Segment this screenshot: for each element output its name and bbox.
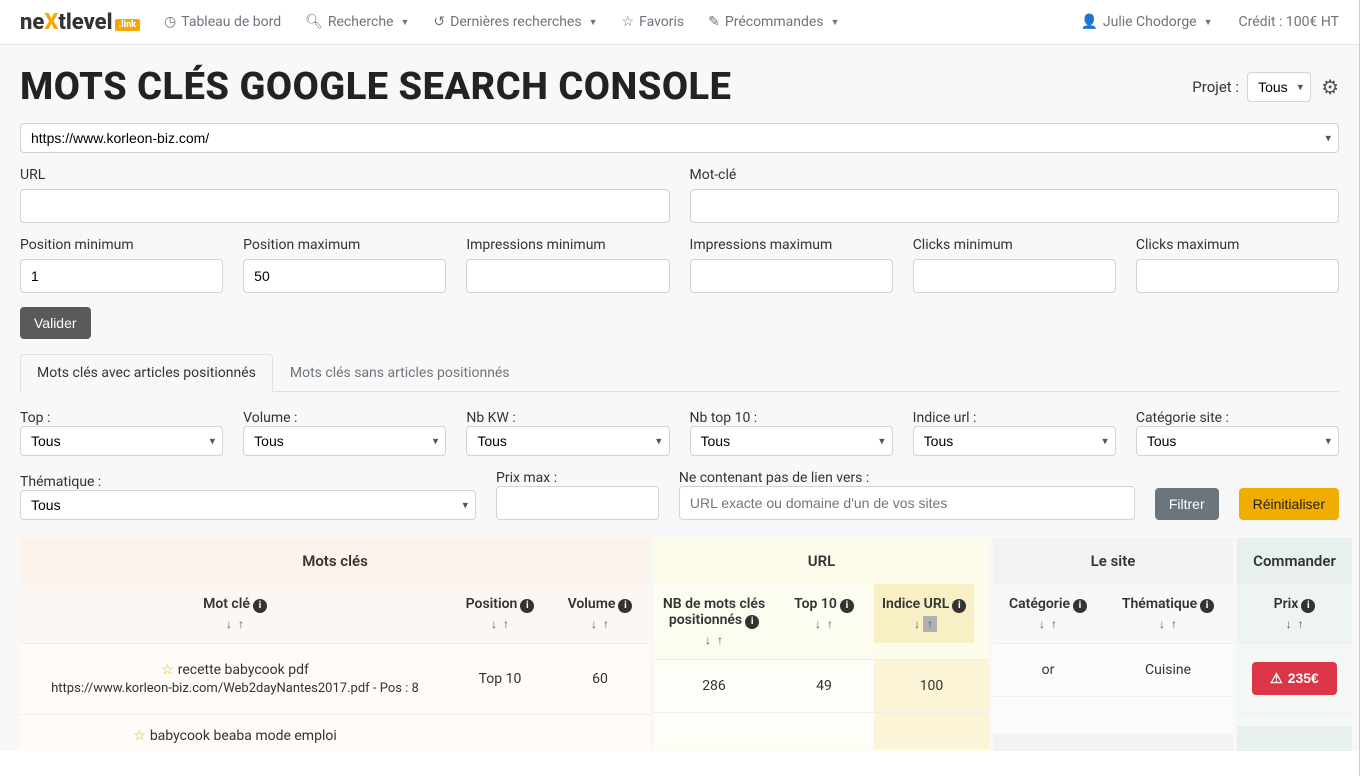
table-row: ☆babycook beaba mode emploi: [20, 714, 650, 751]
group-site: Le site: [993, 538, 1233, 584]
posmax-input[interactable]: [243, 259, 446, 293]
volume-select[interactable]: Tous: [243, 426, 446, 456]
prixmax-input[interactable]: [496, 486, 659, 520]
group-motcles: Mots clés: [20, 538, 650, 584]
star-icon[interactable]: ☆: [161, 662, 174, 678]
tab-with-articles[interactable]: Mots clés avec articles positionnés: [20, 354, 273, 392]
user-icon: 👤: [1080, 14, 1097, 30]
nbtop10-select[interactable]: Tous: [690, 426, 893, 456]
nav-user[interactable]: 👤Julie Chodorge▼: [1070, 8, 1222, 36]
dashboard-icon: ◷: [164, 14, 176, 30]
thematique-select[interactable]: Tous: [20, 490, 476, 520]
nav-preorders[interactable]: ✎Précommandes▼: [698, 8, 849, 36]
sort-active-icon[interactable]: ↑: [923, 616, 937, 632]
nolien-input[interactable]: [679, 486, 1135, 520]
info-icon[interactable]: i: [952, 599, 966, 613]
sort-up-icon[interactable]: ↑: [235, 617, 247, 631]
group-url: URL: [654, 538, 989, 584]
info-icon[interactable]: i: [1301, 599, 1315, 613]
star-icon: ☆: [622, 14, 635, 30]
info-icon[interactable]: i: [618, 599, 632, 613]
clickmin-input[interactable]: [913, 259, 1116, 293]
nav-search[interactable]: 🔍︎Recherche▼: [295, 8, 419, 36]
valider-button[interactable]: Valider: [20, 307, 91, 339]
projet-select[interactable]: Tous: [1247, 72, 1311, 102]
order-button[interactable]: ⚠235€: [1252, 662, 1337, 695]
info-icon[interactable]: i: [1200, 599, 1214, 613]
impmax-input[interactable]: [690, 259, 893, 293]
search-icon: 🔍︎: [305, 14, 323, 30]
tabs: Mots clés avec articles positionnés Mots…: [20, 353, 1339, 392]
info-icon[interactable]: i: [520, 599, 534, 613]
indice-select[interactable]: Tous: [913, 426, 1116, 456]
categorie-select[interactable]: Tous: [1136, 426, 1339, 456]
warning-icon: ⚠: [1270, 670, 1283, 686]
motcle-label: Mot-clé: [690, 167, 1340, 183]
star-icon[interactable]: ☆: [133, 728, 146, 744]
nav-dashboard[interactable]: ◷Tableau de bord: [154, 8, 291, 36]
motcle-input[interactable]: [690, 189, 1340, 223]
info-icon[interactable]: i: [253, 599, 267, 613]
edit-icon: ✎: [708, 14, 720, 30]
history-icon: ↺: [433, 14, 445, 30]
credit-display: Crédit : 100€ HT: [1239, 14, 1339, 30]
results-table: Mots clés Mot cléi↓↑ Positioni↓↑ Volumei…: [20, 538, 1339, 751]
posmin-input[interactable]: [20, 259, 223, 293]
projet-label: Projet :: [1192, 78, 1239, 96]
table-row: ☆recette babycook pdfhttps://www.korleon…: [20, 643, 650, 714]
info-icon[interactable]: i: [1073, 599, 1087, 613]
site-select[interactable]: https://www.korleon-biz.com/: [20, 123, 1339, 153]
url-label: URL: [20, 167, 670, 183]
group-commander: Commander: [1237, 538, 1352, 584]
sort-down-icon[interactable]: ↓: [223, 617, 235, 631]
url-input[interactable]: [20, 189, 670, 223]
logo[interactable]: neXtlevel.link: [20, 10, 140, 35]
info-icon[interactable]: i: [840, 599, 854, 613]
tab-without-articles[interactable]: Mots clés sans articles positionnés: [273, 354, 527, 392]
clickmax-input[interactable]: [1136, 259, 1339, 293]
info-icon[interactable]: i: [745, 615, 759, 629]
page-title: MOTS CLÉS GOOGLE SEARCH CONSOLE: [20, 65, 1192, 109]
top-nav: neXtlevel.link ◷Tableau de bord 🔍︎Recher…: [0, 0, 1359, 45]
reset-button[interactable]: Réinitialiser: [1239, 488, 1339, 520]
impmin-input[interactable]: [466, 259, 669, 293]
nav-favorites[interactable]: ☆Favoris: [612, 8, 695, 36]
nbkw-select[interactable]: Tous: [466, 426, 669, 456]
nav-recent[interactable]: ↺Dernières recherches▼: [423, 8, 607, 36]
filtrer-button[interactable]: Filtrer: [1155, 488, 1219, 520]
top-select[interactable]: Tous: [20, 426, 223, 456]
gear-icon[interactable]: ⚙: [1321, 75, 1339, 99]
